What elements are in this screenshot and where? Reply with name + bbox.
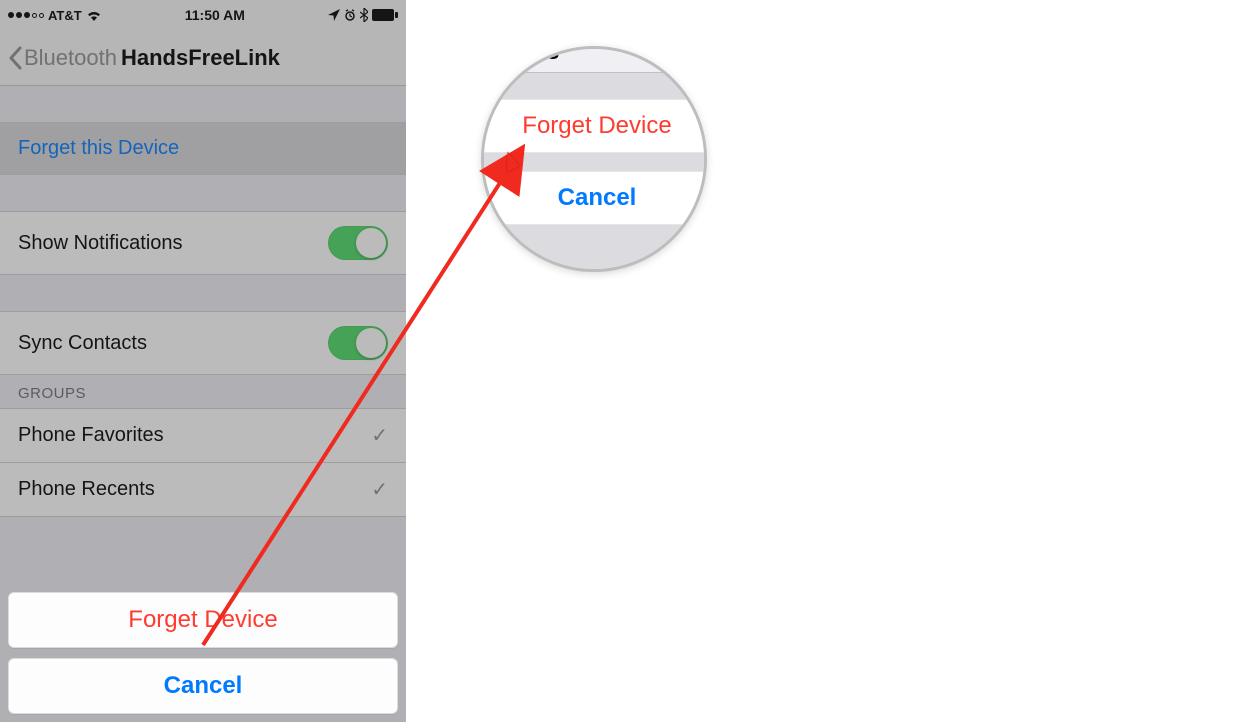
status-bar: AT&T 11:50 AM bbox=[0, 0, 406, 30]
wifi-icon bbox=[86, 9, 102, 21]
show-notifications-label: Show Notifications bbox=[18, 232, 183, 255]
status-left: AT&T bbox=[8, 8, 102, 23]
action-sheet: Forget Device Cancel bbox=[8, 592, 398, 714]
forget-device-button[interactable]: Forget Device bbox=[8, 592, 398, 648]
groups-header: GROUPS bbox=[0, 375, 406, 408]
show-notifications-row: Show Notifications bbox=[0, 211, 406, 275]
nav-bar: Bluetooth HandsFreeLink bbox=[0, 30, 406, 86]
forget-this-device-row[interactable]: Forget this Device bbox=[0, 122, 406, 175]
callout-forget-device: Forget Device bbox=[481, 99, 707, 153]
chevron-left-icon bbox=[8, 46, 22, 70]
show-notifications-toggle[interactable] bbox=[328, 226, 388, 260]
phone-favorites-row[interactable]: Phone Favorites ✓ bbox=[0, 408, 406, 463]
checkmark-icon: ✓ bbox=[371, 423, 388, 448]
battery-icon bbox=[372, 9, 398, 21]
cancel-button[interactable]: Cancel bbox=[8, 658, 398, 714]
nav-title: HandsFreeLink bbox=[121, 45, 280, 71]
forget-device-button-label: Forget Device bbox=[128, 606, 277, 634]
callout-cancel: Cancel bbox=[481, 171, 707, 225]
phone-recents-label: Phone Recents bbox=[18, 478, 155, 501]
checkmark-icon: ✓ bbox=[371, 477, 388, 502]
sync-contacts-toggle[interactable] bbox=[328, 326, 388, 360]
back-button[interactable]: Bluetooth bbox=[8, 45, 117, 71]
signal-strength-icon bbox=[8, 12, 44, 18]
phone-favorites-label: Phone Favorites bbox=[18, 424, 164, 447]
forget-this-device-label: Forget this Device bbox=[18, 137, 179, 160]
callout-top-fragment: ts bbox=[481, 46, 707, 73]
status-time: 11:50 AM bbox=[185, 7, 245, 23]
phone-recents-row[interactable]: Phone Recents ✓ bbox=[0, 463, 406, 517]
location-icon bbox=[328, 9, 340, 21]
sync-contacts-row: Sync Contacts bbox=[0, 311, 406, 375]
phone-screenshot: AT&T 11:50 AM Bluetooth Hands bbox=[0, 0, 406, 722]
status-right bbox=[328, 8, 398, 22]
sync-contacts-label: Sync Contacts bbox=[18, 332, 147, 355]
carrier-label: AT&T bbox=[48, 8, 82, 23]
bluetooth-icon bbox=[360, 8, 368, 22]
back-label: Bluetooth bbox=[24, 45, 117, 71]
cancel-button-label: Cancel bbox=[164, 672, 243, 700]
alarm-icon bbox=[344, 9, 356, 21]
